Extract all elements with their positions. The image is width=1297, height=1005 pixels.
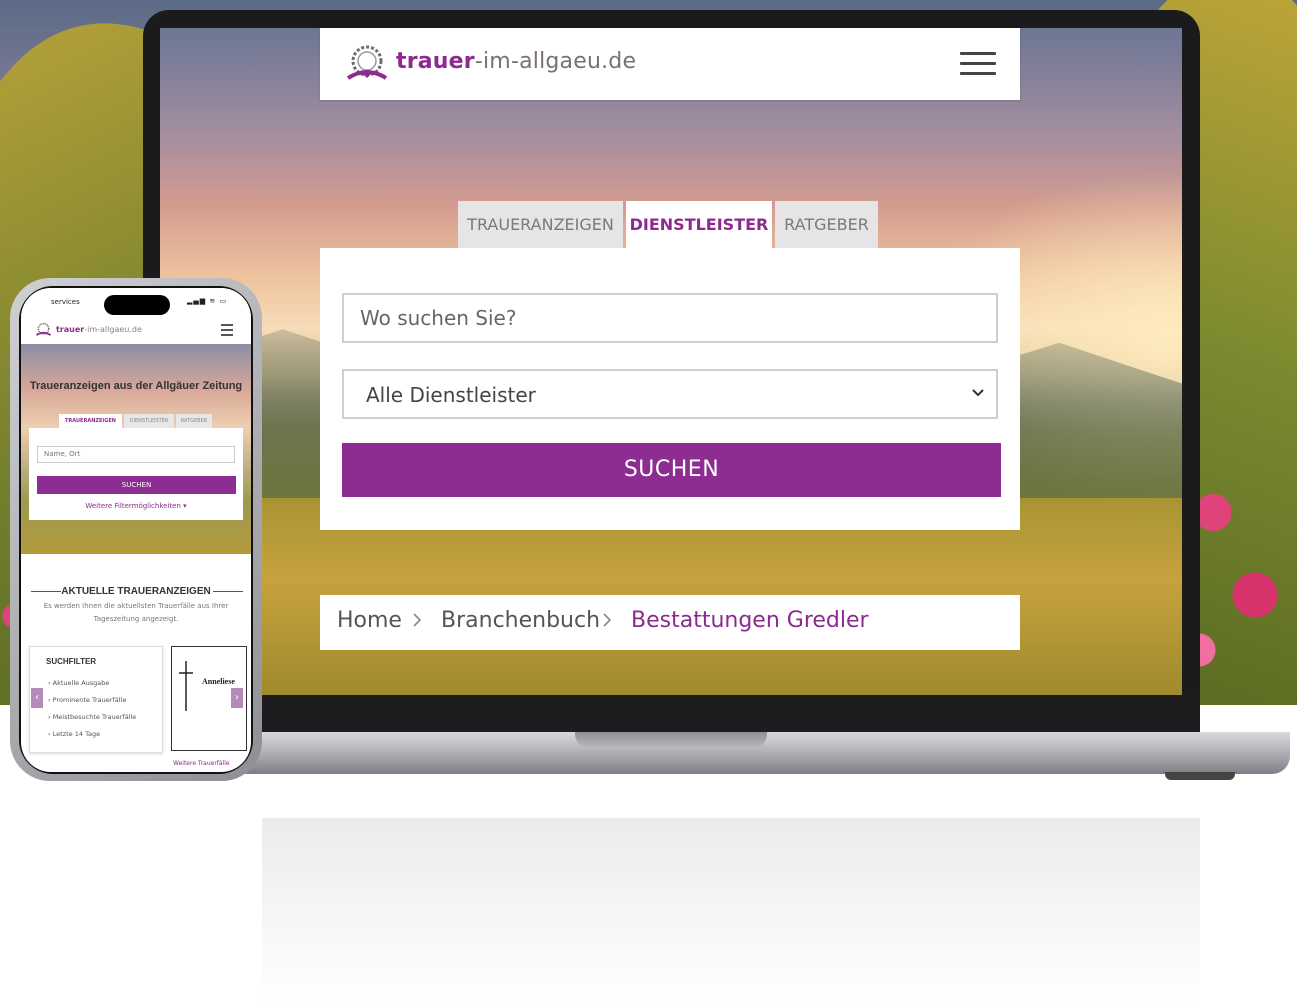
phone-filter-item[interactable]: › Letzte 14 Tage [48,730,100,738]
site-logo-text[interactable]: trauer-im-allgaeu.de [396,49,636,74]
tab-ratgeber[interactable]: RATGEBER [775,201,878,249]
tab-traueranzeigen[interactable]: TRAUERANZEIGEN [458,201,623,249]
phone-filter-item[interactable]: › Meistbesuchte Trauerfälle [48,713,136,721]
location-field [342,293,998,343]
phone-screen: services ▂▄▆ ≋ ▭ trauer-im-allgaeu.de Tr… [21,288,251,772]
hamburger-icon[interactable] [960,48,996,78]
status-bar: services ▂▄▆ ≋ ▭ [21,288,251,316]
chevron-down-icon [972,389,984,397]
phone-section-title: AKTUELLE TRAUERANZEIGEN [61,586,211,597]
phone-filter-item[interactable]: › Prominente Trauerfälle [48,696,126,704]
phone-logo-main: trauer [56,325,85,334]
phone-more-filters-link[interactable]: Weitere Filtermöglichkeiten ▾ [29,502,243,510]
wreath-logo-icon [35,322,52,336]
phone-tab-traueranzeigen[interactable]: TRAUERANZEIGEN [59,414,122,428]
breadcrumb: Home Branchenbuch Bestattungen Gredler [320,595,1020,650]
breadcrumb-branchenbuch[interactable]: Branchenbuch [441,608,600,633]
phone-header: trauer-im-allgaeu.de [29,318,243,342]
location-input[interactable] [344,295,996,341]
phone-tab-dienstleister[interactable]: DIENSTLEISTER [124,414,174,428]
hamburger-icon[interactable] [221,324,233,336]
phone-search-button[interactable]: SUCHEN [37,476,236,494]
phone-more-link[interactable]: Weitere Trauerfälle [173,760,230,767]
category-selected-value: Alle Dienstleister [366,383,536,407]
search-panel: Alle Dienstleister SUCHEN [320,248,1020,530]
phone-tab-ratgeber[interactable]: RATGEBER [176,414,212,428]
phone-logo-text[interactable]: trauer-im-allgaeu.de [56,325,142,334]
status-icons: ▂▄▆ ≋ ▭ [187,297,228,305]
chevron-right-icon [603,613,612,627]
dynamic-island [104,295,170,315]
logo-rest: -im-allgaeu.de [474,49,637,74]
site-header: trauer-im-allgaeu.de [320,28,1020,100]
phone-section-subtitle: Es werden Ihnen die aktuellsten Trauerfä… [43,602,229,623]
phone-card-name: Anneliese [202,677,235,686]
phone-filter-item[interactable]: › Aktuelle Ausgabe [48,679,109,687]
wreath-logo-icon [346,45,388,80]
phone-hero-title: Traueranzeigen aus der Allgäuer Zeitung [29,380,243,392]
cross-icon [179,661,193,711]
breadcrumb-current: Bestattungen Gredler [631,608,869,633]
category-select[interactable]: Alle Dienstleister [342,369,998,419]
chevron-right-icon [413,613,422,627]
phone-filter-box: SUCHFILTER › Aktuelle Ausgabe › Prominen… [29,646,163,753]
phone-filter-title: SUCHFILTER [46,657,97,666]
carousel-prev-icon[interactable]: ‹ [31,688,43,708]
laptop-notch [575,732,767,748]
laptop-bezel [143,695,1200,732]
phone-search-input[interactable]: Name, Ort [37,446,235,463]
breadcrumb-home[interactable]: Home [337,608,402,633]
phone-search-panel: Name, Ort SUCHEN Weitere Filtermöglichke… [29,428,243,520]
search-button[interactable]: SUCHEN [342,443,1001,497]
logo-main: trauer [396,49,475,74]
phone-logo-rest: -im-allgaeu.de [84,325,142,334]
status-carrier: services [51,298,80,306]
tab-dienstleister[interactable]: DIENSTLEISTER [626,201,772,251]
carousel-next-icon[interactable]: › [231,688,243,708]
device-reflection [0,778,1297,1005]
